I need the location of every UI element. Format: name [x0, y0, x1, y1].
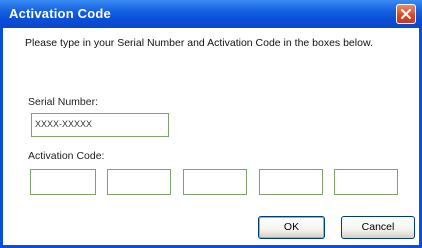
close-icon: [401, 9, 411, 19]
activation-code-box-3[interactable]: [183, 169, 247, 195]
close-button[interactable]: [396, 4, 416, 24]
serial-number-label: Serial Number:: [28, 96, 99, 108]
serial-number-input[interactable]: XXXX-XXXXX: [31, 113, 169, 137]
activation-code-box-5[interactable]: [334, 169, 398, 195]
title-bar[interactable]: Activation Code: [0, 0, 422, 28]
activation-dialog: Activation Code Please type in your Seri…: [0, 0, 422, 248]
ok-button[interactable]: OK: [258, 216, 325, 239]
cancel-button[interactable]: Cancel: [341, 216, 415, 239]
activation-code-box-2[interactable]: [107, 169, 171, 195]
instruction-text: Please type in your Serial Number and Ac…: [25, 37, 373, 49]
window-title: Activation Code: [9, 6, 111, 21]
activation-code-box-4[interactable]: [259, 169, 323, 195]
activation-code-label: Activation Code:: [28, 150, 105, 162]
activation-code-box-1[interactable]: [30, 169, 96, 195]
